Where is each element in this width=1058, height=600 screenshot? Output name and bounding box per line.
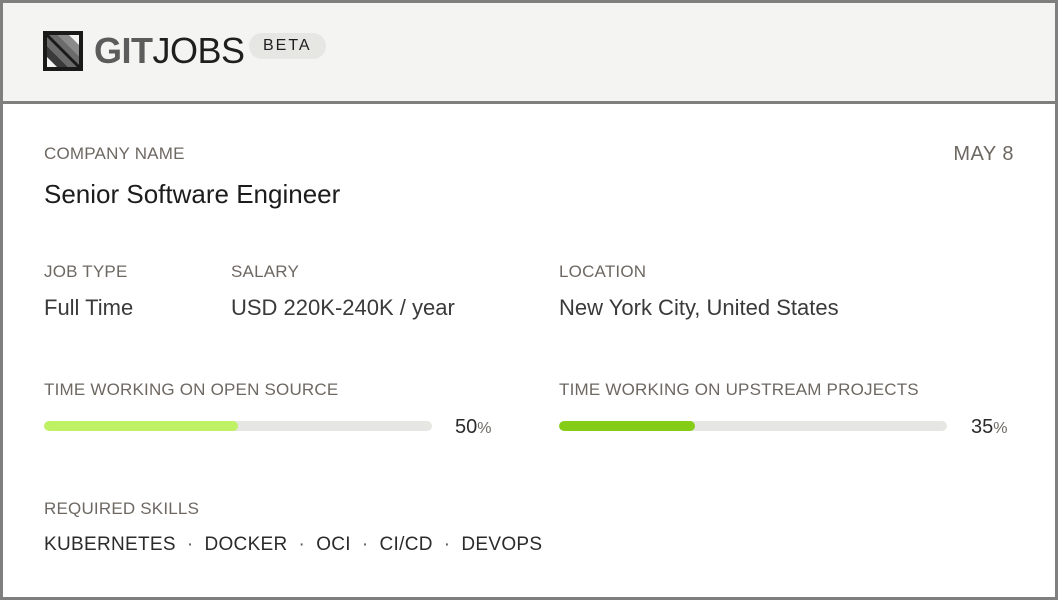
location-label: LOCATION	[559, 262, 647, 281]
skill-tag: CI/CD	[379, 534, 433, 555]
upstream-value: 35	[971, 416, 994, 438]
skill-tag: DOCKER	[204, 534, 288, 555]
job-type-label: JOB TYPE	[44, 262, 128, 281]
job-title[interactable]: Senior Software Engineer	[44, 179, 340, 209]
brand-wordmark[interactable]: GITJOBS	[94, 31, 245, 71]
upstream-percentage: 35%	[971, 415, 1007, 441]
job-type-value: Full Time	[44, 295, 134, 320]
beta-badge: BETA	[249, 33, 326, 59]
gitjobs-logo-icon	[43, 31, 83, 71]
salary-label: SALARY	[231, 262, 299, 281]
job-card[interactable]: GITJOBS BETA COMPANY NAME MAY 8 Senior S…	[0, 0, 1058, 600]
skill-separator: ·	[443, 534, 451, 555]
skill-separator: ·	[298, 534, 306, 555]
skill-tag: OCI	[316, 534, 351, 555]
upstream-unit: %	[993, 420, 1008, 437]
skill-separator: ·	[361, 534, 369, 555]
skill-separator: ·	[186, 534, 194, 555]
upstream-progress-fill	[559, 421, 695, 431]
skill-tag: KUBERNETES	[44, 534, 176, 555]
brand-git: GIT	[94, 30, 153, 71]
company-name-label: COMPANY NAME	[44, 144, 185, 163]
posted-date: MAY 8	[953, 143, 1014, 165]
open-source-label: TIME WORKING ON OPEN SOURCE	[44, 380, 339, 399]
salary-value: USD 220K-240K / year	[231, 295, 455, 320]
required-skills-label: REQUIRED SKILLS	[44, 499, 200, 518]
open-source-unit: %	[477, 420, 492, 437]
upstream-progress-track	[559, 421, 947, 431]
open-source-progress-fill	[44, 421, 238, 431]
open-source-percentage: 50%	[455, 415, 491, 441]
brand-jobs: JOBS	[152, 30, 246, 71]
open-source-progress-track	[44, 421, 432, 431]
upstream-label: TIME WORKING ON UPSTREAM PROJECTS	[559, 380, 919, 399]
skill-tag: DEVOPS	[461, 534, 543, 555]
location-value: New York City, United States	[559, 295, 839, 320]
skills-list: KUBERNETES · DOCKER · OCI · CI/CD · DEVOPS	[44, 533, 542, 557]
open-source-value: 50	[455, 416, 478, 438]
header: GITJOBS BETA	[3, 3, 1055, 104]
